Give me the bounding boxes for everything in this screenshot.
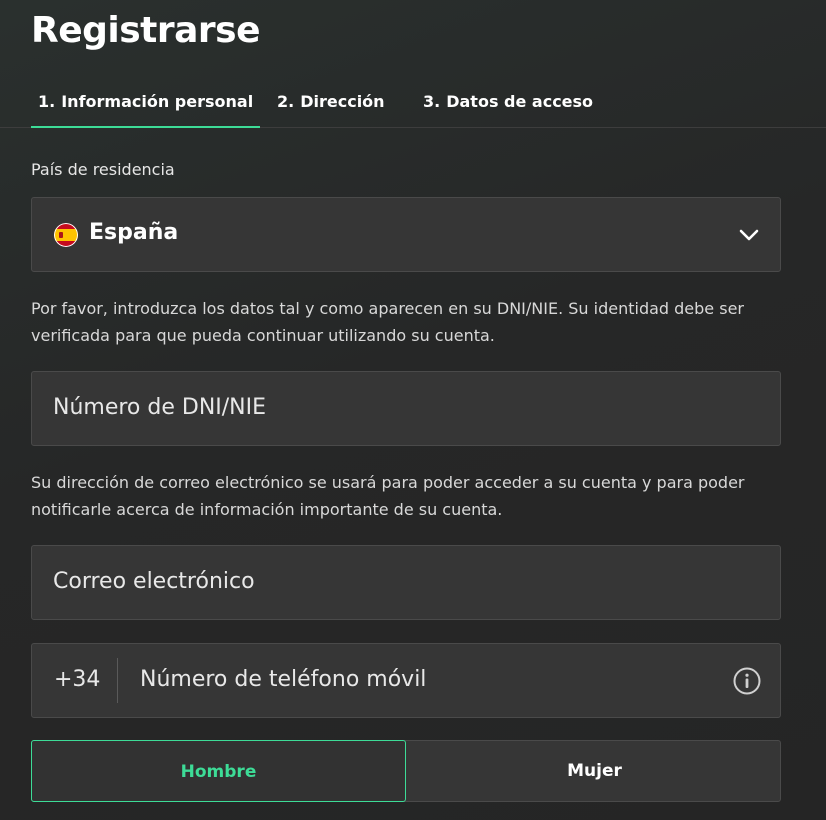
country-value: España xyxy=(89,220,179,245)
tab-label: Dirección xyxy=(300,92,385,111)
page-title: Registrarse xyxy=(31,10,261,51)
tab-label: Información personal xyxy=(61,92,254,111)
tab-access-data[interactable]: 3. Datos de acceso xyxy=(423,78,593,128)
dni-placeholder: Número de DNI/NIE xyxy=(53,395,267,420)
registration-page: Registrarse 1. Información personal 2. Dir… xyxy=(0,0,826,820)
spain-flag-icon xyxy=(54,223,78,247)
tab-personal-info[interactable]: 1. Información personal xyxy=(31,78,261,128)
gender-male-button[interactable]: Hombre xyxy=(31,740,406,802)
dni-note: Por favor, introduzca los datos tal y co… xyxy=(31,299,744,345)
chevron-down-icon[interactable] xyxy=(736,222,762,248)
country-select[interactable]: España xyxy=(31,197,781,272)
email-placeholder: Correo electrónico xyxy=(53,569,255,594)
country-label: País de residencia xyxy=(31,160,175,179)
tab-number: 2. xyxy=(277,92,295,111)
email-field[interactable]: Correo electrónico xyxy=(31,545,781,620)
dni-field[interactable]: Número de DNI/NIE xyxy=(31,371,781,446)
tab-address[interactable]: 2. Dirección xyxy=(277,78,385,128)
info-icon[interactable] xyxy=(732,666,762,696)
step-tabs: 1. Información personal 2. Dirección 3. Dat… xyxy=(0,78,826,128)
phone-divider xyxy=(117,658,118,703)
gender-female-button[interactable]: Mujer xyxy=(407,740,782,802)
email-note: Su dirección de correo electrónico se us… xyxy=(31,473,745,519)
tab-label: Datos de acceso xyxy=(446,92,594,111)
gender-toggle: Hombre Mujer xyxy=(31,740,781,802)
tab-number: 1. xyxy=(38,92,56,111)
phone-field[interactable]: +34 Número de teléfono móvil xyxy=(31,643,781,718)
phone-prefix: +34 xyxy=(54,667,101,692)
tab-number: 3. xyxy=(423,92,441,111)
phone-placeholder: Número de teléfono móvil xyxy=(140,667,427,692)
